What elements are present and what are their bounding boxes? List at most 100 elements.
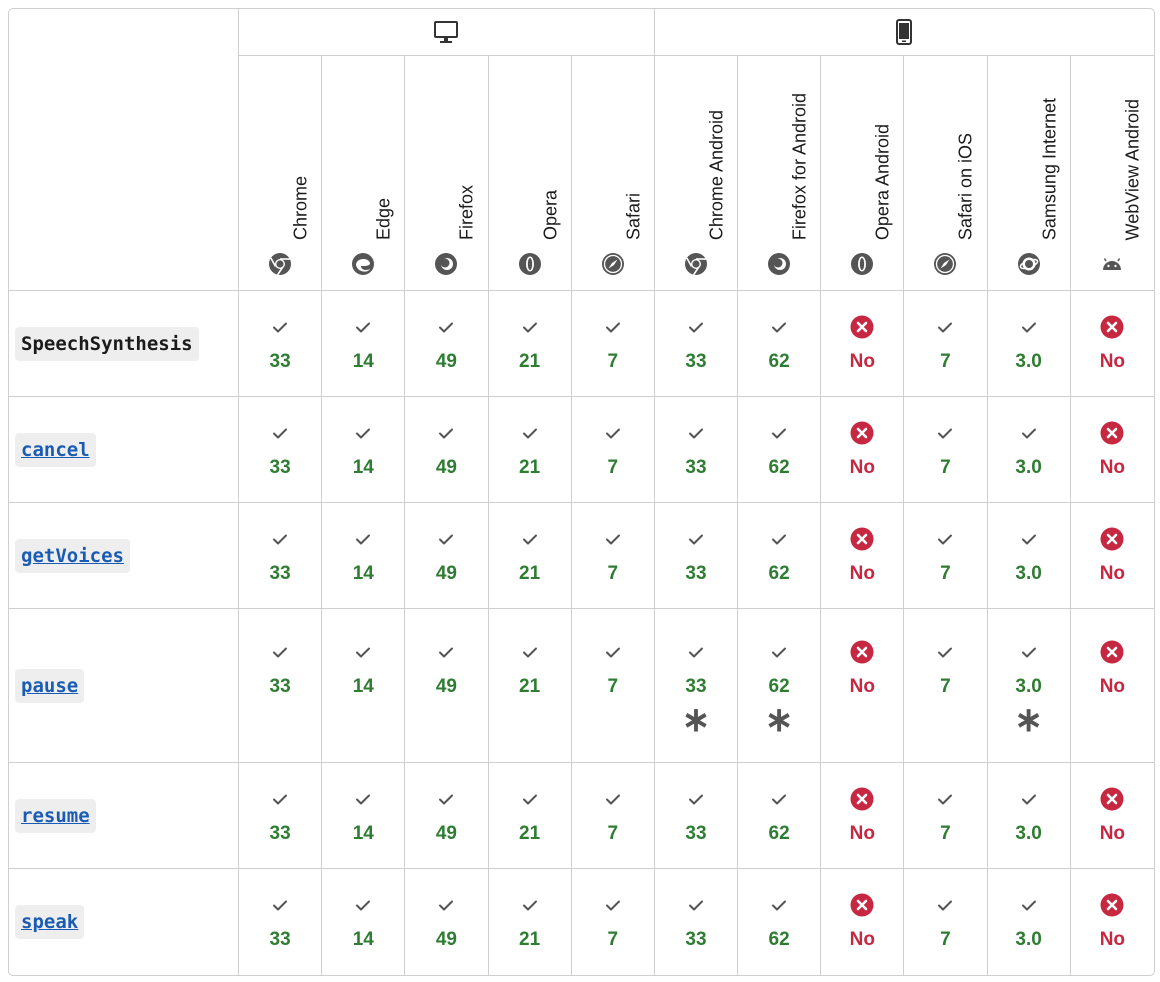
support-cell[interactable]: 7: [571, 503, 655, 609]
support-cell[interactable]: 3.0: [988, 869, 1071, 975]
check-icon: [772, 900, 787, 911]
support-cell[interactable]: No: [821, 503, 905, 609]
support-cell[interactable]: 33: [239, 291, 323, 397]
support-cell[interactable]: 14: [322, 397, 406, 503]
support-cell[interactable]: 21: [488, 503, 572, 609]
feature-link-speak[interactable]: speak: [21, 911, 78, 933]
check-icon: [356, 428, 371, 438]
version-label: 62: [768, 562, 790, 584]
support-cell[interactable]: 33: [239, 503, 323, 609]
support-cell[interactable]: 7: [904, 763, 988, 869]
support-cell[interactable]: 14: [322, 609, 406, 763]
support-cell[interactable]: 33 ∗: [654, 609, 739, 763]
support-cell[interactable]: 33: [239, 763, 323, 869]
check-icon: [1021, 794, 1036, 804]
support-cell[interactable]: 3.0: [987, 291, 1071, 397]
support-cell[interactable]: 14: [322, 291, 406, 397]
feature-link-resume[interactable]: resume: [21, 805, 90, 827]
support-cell[interactable]: 7: [904, 869, 988, 975]
version-label: No: [1099, 456, 1126, 478]
support-cell[interactable]: 7: [571, 397, 655, 503]
support-cell[interactable]: 33: [654, 397, 739, 503]
version-label: No: [849, 675, 875, 697]
support-cell[interactable]: 49: [405, 503, 489, 609]
browser-name: Edge: [373, 197, 394, 240]
support-cell[interactable]: 21: [488, 763, 572, 869]
check-icon: [522, 534, 537, 544]
support-cell[interactable]: 21: [488, 291, 572, 397]
support-cell[interactable]: No: [821, 869, 905, 975]
support-cell[interactable]: 62: [738, 869, 822, 975]
feature-name-cell: getVoices: [9, 503, 239, 609]
version-label: No: [1099, 929, 1126, 950]
browser-header: Safari on iOS: [904, 56, 988, 291]
support-cell[interactable]: 3.0: [987, 503, 1071, 609]
support-cell[interactable]: 49: [405, 397, 489, 503]
feature-name-cell: SpeechSynthesis: [9, 291, 239, 397]
feature-link-getVoices[interactable]: getVoices: [21, 545, 124, 567]
support-cell[interactable]: 7: [572, 869, 655, 975]
support-cell[interactable]: 62: [738, 503, 822, 609]
note-asterisk-icon[interactable]: ∗: [738, 703, 820, 737]
support-cell[interactable]: 33: [239, 397, 323, 503]
version-label: 3.0: [1015, 562, 1042, 584]
compat-table-container: Chrome Edge Firefox Opera Safari Chrome Andro…: [0, 0, 1160, 982]
feature-name: SpeechSynthesis: [15, 326, 199, 361]
support-cell[interactable]: 33: [239, 869, 323, 975]
support-cell[interactable]: 7: [904, 291, 988, 397]
version-label: 14: [352, 456, 374, 478]
support-cell[interactable]: 14: [322, 503, 406, 609]
support-cell[interactable]: No: [1070, 397, 1154, 503]
version-label: 7: [607, 456, 619, 478]
support-cell[interactable]: 33: [654, 291, 739, 397]
support-cell[interactable]: 33: [654, 763, 739, 869]
support-cell[interactable]: 14: [322, 869, 406, 975]
support-cell[interactable]: 7: [904, 609, 988, 763]
support-cell[interactable]: 21: [488, 397, 572, 503]
support-cell[interactable]: 3.0: [987, 763, 1071, 869]
support-cell[interactable]: 62: [738, 763, 822, 869]
support-cell[interactable]: 7: [571, 763, 655, 869]
support-cell[interactable]: No: [1070, 503, 1154, 609]
support-cell[interactable]: 62: [738, 397, 822, 503]
support-cell[interactable]: No: [821, 397, 905, 503]
support-cell[interactable]: No: [821, 291, 905, 397]
support-cell[interactable]: 62 ∗: [738, 609, 822, 763]
support-cell[interactable]: 49: [405, 763, 489, 869]
support-cell[interactable]: No: [821, 609, 905, 763]
feature-link-pause[interactable]: pause: [21, 675, 78, 697]
support-cell[interactable]: 14: [322, 763, 406, 869]
support-cell[interactable]: 7: [904, 397, 988, 503]
safari-logo-icon: [601, 252, 625, 276]
platform-mobile-header: [654, 9, 1154, 56]
support-cell[interactable]: 62: [738, 291, 822, 397]
support-cell[interactable]: 49: [405, 291, 489, 397]
support-cell[interactable]: 33: [654, 503, 739, 609]
feature-link-cancel[interactable]: cancel: [21, 439, 90, 461]
support-cell[interactable]: No: [821, 763, 905, 869]
note-asterisk-icon[interactable]: ∗: [655, 703, 737, 737]
check-icon: [439, 428, 454, 438]
support-cell[interactable]: 21: [488, 609, 572, 763]
support-cell[interactable]: 33: [239, 609, 323, 763]
support-cell[interactable]: 7: [571, 609, 655, 763]
support-cell[interactable]: 7: [571, 291, 655, 397]
support-cell[interactable]: No: [1070, 763, 1154, 869]
support-cell[interactable]: 49: [405, 869, 489, 975]
support-cell[interactable]: 49: [405, 609, 489, 763]
check-icon: [273, 428, 288, 438]
check-icon: [605, 428, 620, 438]
support-cell[interactable]: No: [1070, 609, 1154, 763]
support-cell[interactable]: 33: [655, 869, 739, 975]
note-asterisk-icon[interactable]: ∗: [988, 703, 1070, 737]
support-cell[interactable]: 21: [489, 869, 572, 975]
check-icon: [938, 647, 953, 657]
support-cell[interactable]: No: [1070, 291, 1154, 397]
support-cell[interactable]: 3.0 ∗: [987, 609, 1071, 763]
support-cell[interactable]: No: [1071, 869, 1154, 975]
version-label: 14: [352, 562, 374, 584]
check-icon: [688, 647, 703, 657]
support-cell[interactable]: 3.0: [987, 397, 1071, 503]
check-icon: [605, 322, 620, 332]
support-cell[interactable]: 7: [904, 503, 988, 609]
